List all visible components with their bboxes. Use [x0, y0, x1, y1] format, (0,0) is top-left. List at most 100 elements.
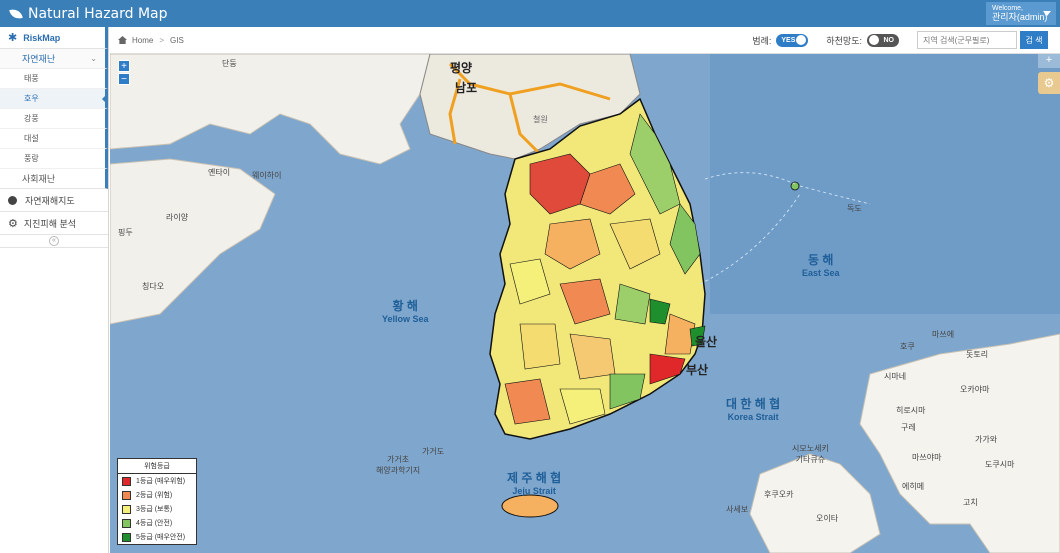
map-label: 사세보 [726, 505, 749, 514]
sidebar-item-strong-wind[interactable]: 강풍 [0, 109, 108, 129]
legend-row: 5등급 (매우안전) [118, 530, 196, 544]
map-label: 돗토리 [966, 350, 989, 359]
sea-name-en: Jeju Strait [512, 486, 556, 496]
zoom-in-button[interactable]: + [118, 60, 130, 72]
map-label: 웨이하이 [252, 171, 282, 180]
sidebar-item-wind-wave[interactable]: 풍랑 [0, 149, 108, 169]
map-legend: 위험등급 1등급 (매우위험) 2등급 (위험) 3등급 (보통) 4등급 (안… [117, 458, 197, 545]
breadcrumb-home[interactable]: Home [132, 36, 153, 45]
sidebar-collapse[interactable]: « [0, 235, 108, 248]
map-label: 평양 [450, 61, 473, 75]
map-label: 히로시마 [896, 406, 926, 415]
sidebar-item-earthquake[interactable]: ⚙ 지진피해 분석 [0, 212, 108, 235]
caret-down-icon [1043, 11, 1051, 16]
submenu-natural-disaster[interactable]: 자연재난 ⌄ [0, 49, 108, 69]
toggle-knob [869, 35, 879, 45]
legend-row: 4등급 (안전) [118, 516, 196, 530]
legend-swatch [122, 518, 131, 528]
legend-label: 4등급 (안전) [136, 520, 173, 527]
map-label: 단둥 [222, 59, 237, 68]
map-label: 도쿠시마 [985, 460, 1015, 469]
legend-row: 1등급 (매우위험) [118, 474, 196, 488]
submenu-social-disaster[interactable]: 사회재난 [0, 169, 108, 189]
asterisk-icon: ✱ [8, 32, 18, 44]
gears-icon: ⚙ [8, 217, 18, 230]
map-label: 오카야마 [960, 385, 990, 394]
map-label: 가가와 [975, 435, 998, 444]
map-label: 오이타 [816, 514, 839, 523]
legend-swatch [122, 532, 131, 542]
legend-title: 위험등급 [118, 459, 196, 474]
legend-label: 2등급 (위험) [136, 492, 173, 499]
map-canvas [110, 54, 1060, 553]
river-toggle[interactable]: NO [867, 33, 899, 47]
circle-icon [8, 195, 17, 205]
map-label: 고치 [963, 498, 978, 507]
sea-name-en: Yellow Sea [382, 314, 429, 324]
breadcrumb-separator: > [159, 35, 165, 45]
map-label: 마쓰에 [932, 330, 955, 339]
sea-label-east: 동 해 East Sea [802, 251, 840, 278]
map-controls: 범례: YES 하천망도: NO 검 색 [752, 31, 1048, 49]
toolbar: Home > GIS 범례: YES 하천망도: NO 검 색 [110, 27, 1060, 54]
sea-label-jeju-strait: 제 주 해 협 Jeju Strait [507, 469, 561, 496]
item-label: 대설 [24, 134, 39, 143]
map-label: 구레 [901, 423, 916, 432]
map-view[interactable]: + − + ⚙ 평양 남포 단둥 철원 옌타이 웨이하이 라이양 핑두 칭다오 … [110, 54, 1060, 553]
sea-name-ko: 제 주 해 협 [507, 471, 562, 485]
sidebar-item-riskmap[interactable]: ✱ RiskMap [0, 27, 108, 49]
map-label: 에히메 [902, 482, 925, 491]
breadcrumb-current: GIS [170, 35, 184, 45]
item-label: 강풍 [24, 114, 39, 123]
map-label: 남포 [455, 81, 478, 95]
toggle-state: YES [781, 36, 796, 44]
chevron-down-icon: ⌄ [90, 54, 97, 63]
legend-toggle[interactable]: YES [776, 33, 809, 47]
sidebar-item-typhoon[interactable]: 태풍 [0, 69, 108, 89]
map-label: 칭다오 [142, 282, 165, 291]
sea-name-ko: 대 한 해 협 [726, 397, 781, 411]
leaf-icon [9, 7, 23, 20]
map-label: 후쿠오카 [764, 490, 794, 499]
sea-name-ko: 동 해 [808, 253, 834, 267]
plus-icon[interactable]: + [1038, 54, 1060, 68]
map-label: 울산 [695, 335, 718, 349]
item-label: 호우 [24, 94, 39, 103]
submenu-label: 자연재난 [22, 54, 56, 64]
jeju-island [501, 494, 559, 518]
legend-swatch [122, 490, 131, 500]
app-brand[interactable]: Natural Hazard Map [0, 6, 168, 22]
collapse-icon: « [49, 236, 59, 246]
legend-row: 3등급 (보통) [118, 502, 196, 516]
app-title: Natural Hazard Map [28, 5, 168, 22]
region-search-input[interactable] [917, 31, 1017, 49]
legend-toggle-label: 범례: [752, 35, 772, 46]
item-label: 태풍 [24, 74, 39, 83]
legend-label: 5등급 (매우안전) [136, 534, 186, 541]
legend-swatch [122, 476, 131, 486]
map-label: 옌타이 [208, 168, 231, 177]
map-label: 가거도 [422, 447, 445, 456]
sidebar-item-label: RiskMap [23, 32, 61, 43]
map-label: 철원 [533, 115, 548, 124]
map-label: 마쓰야마 [912, 453, 942, 462]
top-header: Natural Hazard Map Welcome, 관리자(admin) [0, 0, 1060, 27]
gear-icon[interactable]: ⚙ [1038, 72, 1060, 94]
item-label: 풍랑 [24, 154, 39, 163]
legend-label: 3등급 (보통) [136, 506, 173, 513]
sea-name-en: Korea Strait [727, 412, 779, 422]
legend-row: 2등급 (위험) [118, 488, 196, 502]
zoom-controls: + − [118, 60, 130, 86]
sidebar-item-hazard-map[interactable]: 자연재해지도 [0, 189, 108, 212]
map-label: 가거초 해양과학기지 [376, 455, 421, 475]
item-label: 자연재해지도 [25, 195, 75, 206]
zoom-out-button[interactable]: − [118, 73, 130, 85]
map-label: 시마네 [884, 372, 907, 381]
map-label: 부산 [686, 363, 709, 377]
map-side-tools: + ⚙ [1038, 54, 1060, 94]
user-name: 관리자(admin) [992, 12, 1048, 22]
sidebar-item-heavy-snow[interactable]: 대설 [0, 129, 108, 149]
search-button[interactable]: 검 색 [1020, 31, 1048, 49]
sidebar-item-heavy-rain[interactable]: 호우 [0, 89, 108, 109]
user-menu[interactable]: Welcome, 관리자(admin) [986, 2, 1056, 25]
